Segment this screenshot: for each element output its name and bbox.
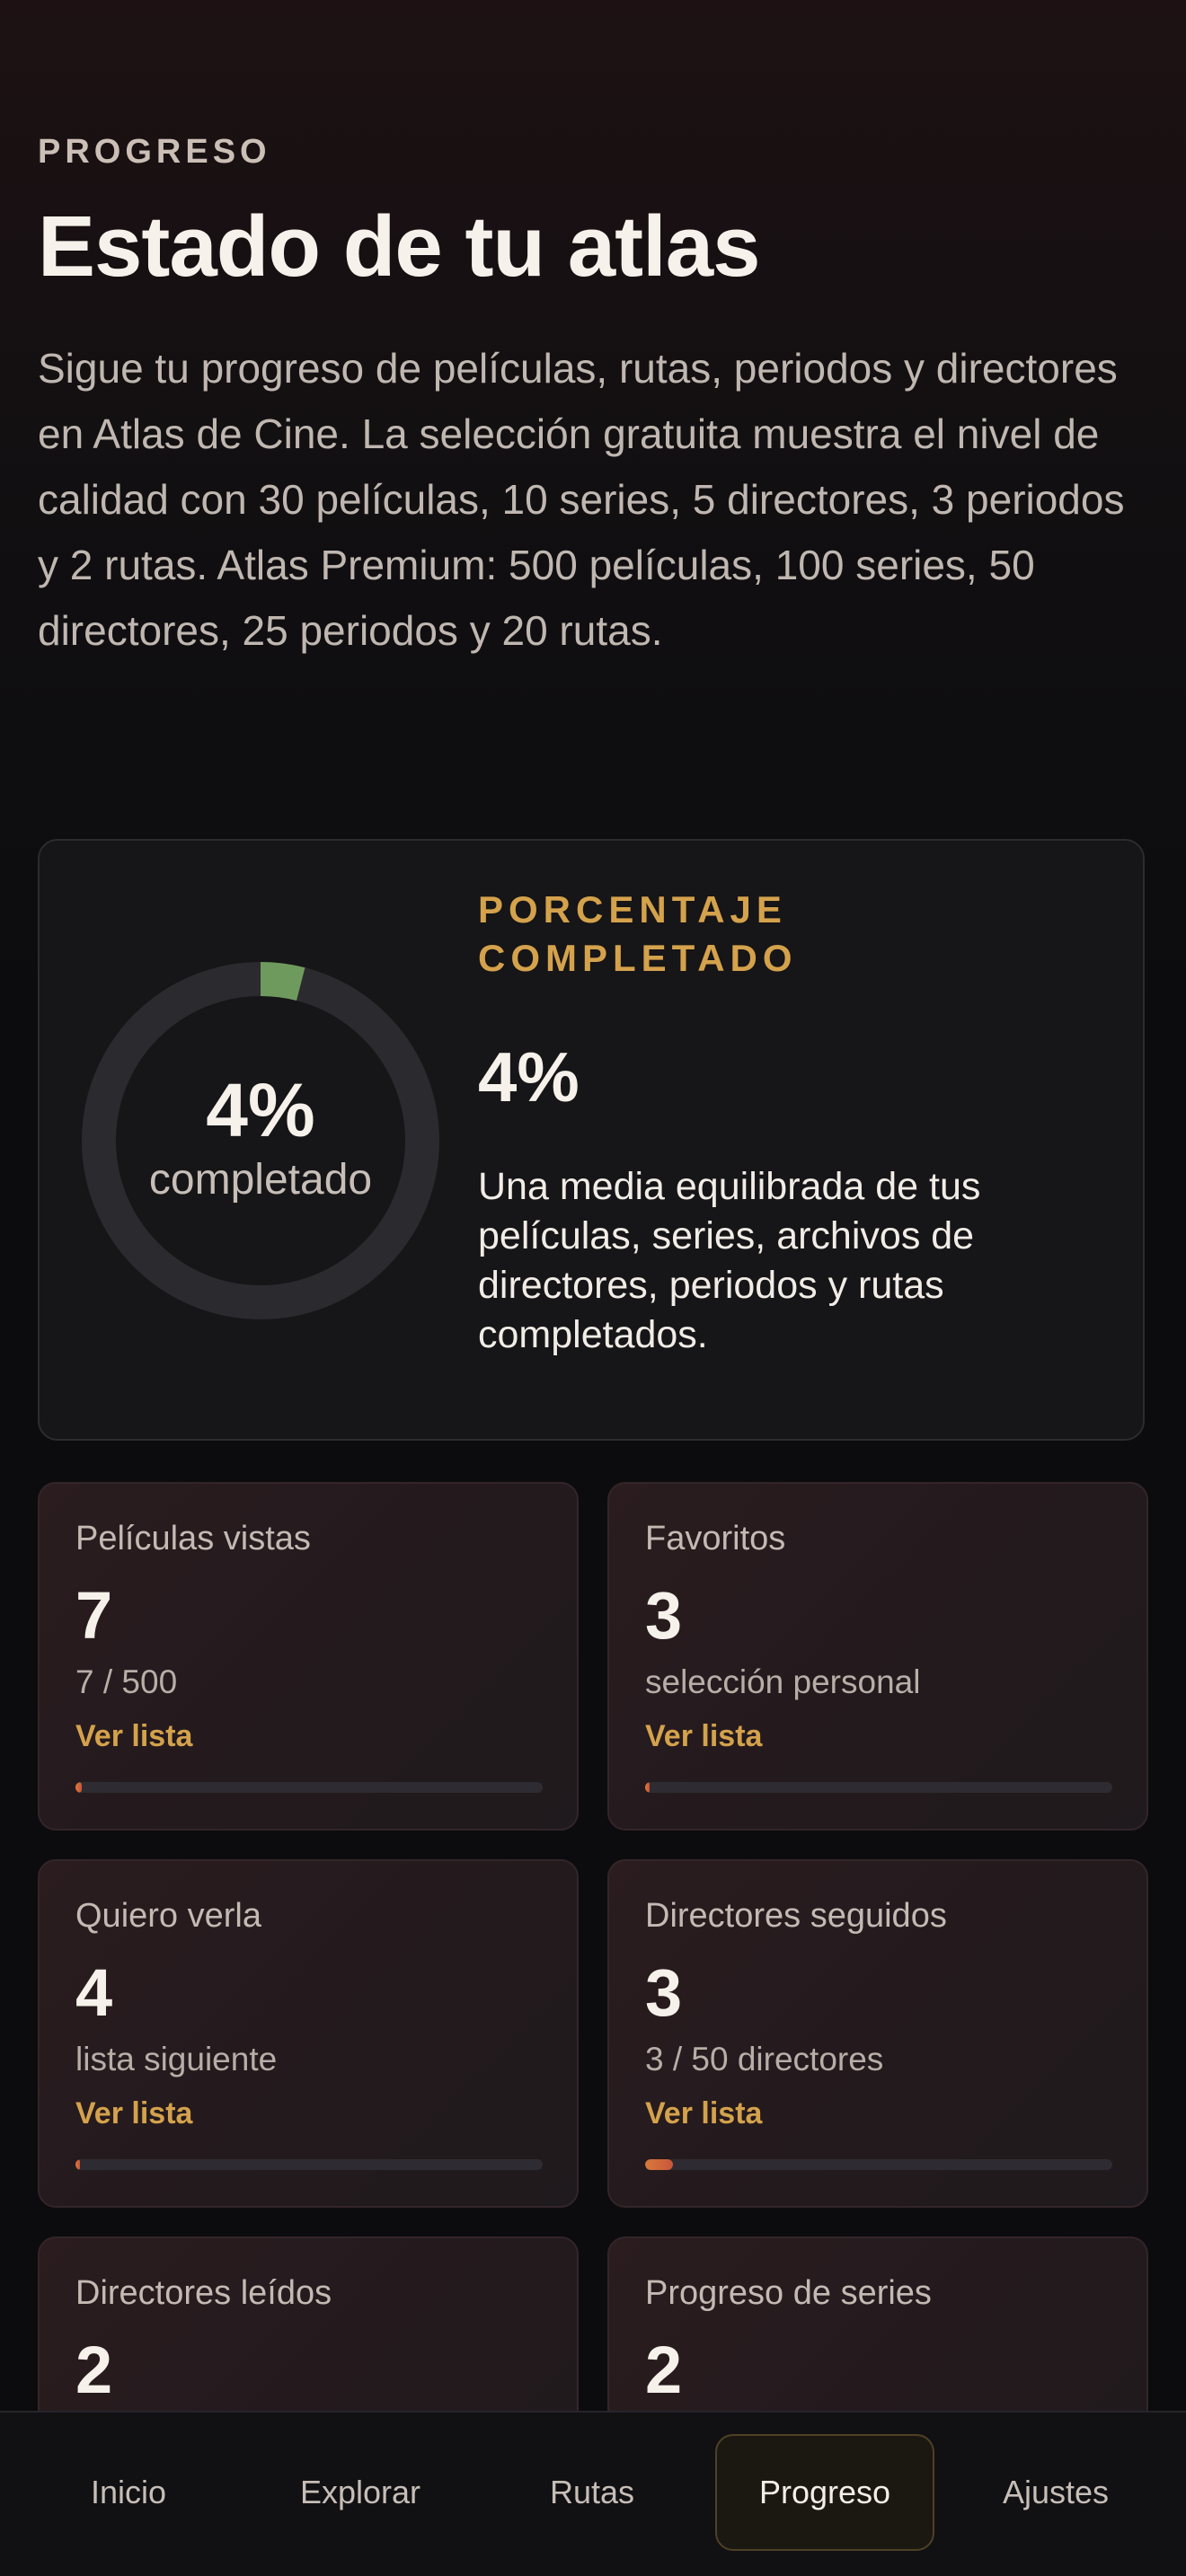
stat-subtitle: 3 / 50 directores <box>645 2041 884 2078</box>
stat-title: Películas vistas <box>75 1520 311 1557</box>
stat-value: 3 <box>645 1955 683 2030</box>
progress-bar <box>645 2159 1112 2170</box>
nav-item-rutas[interactable]: Rutas <box>501 2434 683 2551</box>
stat-subtitle: lista siguiente <box>75 2041 278 2078</box>
summary-value: 4% <box>478 1037 580 1116</box>
completion-ring: 4% completado <box>81 961 440 1320</box>
progress-bar <box>75 2159 543 2170</box>
ring-percent: 4% <box>206 1067 315 1152</box>
nav-item-ajustes[interactable]: Ajustes <box>965 2434 1146 2551</box>
progress-screen: PROGRESO Estado de tu atlas Sigue tu pro… <box>0 0 1186 2576</box>
stat-value: 4 <box>75 1955 113 2030</box>
progress-bar <box>645 1782 1112 1793</box>
intro-text: Sigue tu progreso de películas, rutas, p… <box>38 345 1125 654</box>
progress-bar-fill <box>645 2159 674 2170</box>
stat-title: Progreso de series <box>645 2274 932 2312</box>
stat-title: Quiero verla <box>75 1897 261 1935</box>
view-list-link[interactable]: Ver lista <box>75 2096 192 2131</box>
view-list-link[interactable]: Ver lista <box>75 1719 192 1754</box>
progress-bar-fill <box>645 1782 651 1793</box>
stat-title: Favoritos <box>645 1520 786 1557</box>
page-title: Estado de tu atlas <box>38 198 761 295</box>
view-list-link[interactable]: Ver lista <box>645 1719 762 1754</box>
view-list-link[interactable]: Ver lista <box>645 2096 762 2131</box>
summary-description: Una media equilibrada de tus películas, … <box>478 1165 981 1356</box>
stat-card-directores-seguidos[interactable]: Directores seguidos 3 3 / 50 directores … <box>607 1859 1148 2208</box>
nav-item-inicio[interactable]: Inicio <box>38 2434 219 2551</box>
completion-summary-card: 4% completado PORCENTAJE COMPLETADO 4% U… <box>38 839 1145 1441</box>
stat-value: 7 <box>75 1578 113 1653</box>
section-eyebrow: PROGRESO <box>38 133 271 171</box>
stat-card-peliculas-vistas[interactable]: Películas vistas 7 7 / 500 Ver lista <box>38 1482 579 1831</box>
nav-item-progreso[interactable]: Progreso <box>715 2434 934 2551</box>
stat-subtitle: 7 / 500 <box>75 1663 178 1700</box>
progress-bar-fill <box>75 1782 83 1793</box>
stat-value: 3 <box>645 1578 683 1653</box>
stat-title: Directores seguidos <box>645 1897 947 1935</box>
stat-card-favoritos[interactable]: Favoritos 3 selección personal Ver lista <box>607 1482 1148 1831</box>
stat-card-quiero-verla[interactable]: Quiero verla 4 lista siguiente Ver lista <box>38 1859 579 2208</box>
progress-bar-fill <box>75 2159 81 2170</box>
stat-value: 2 <box>75 2333 113 2407</box>
stat-title: Directores leídos <box>75 2274 332 2312</box>
summary-label: PORCENTAJE COMPLETADO <box>478 888 798 979</box>
bottom-navigation: Inicio Explorar Rutas Progreso Ajustes <box>0 2411 1186 2576</box>
progress-bar <box>75 1782 543 1793</box>
nav-item-explorar[interactable]: Explorar <box>270 2434 451 2551</box>
stat-value: 2 <box>645 2333 683 2407</box>
stat-subtitle: selección personal <box>645 1663 921 1700</box>
ring-caption: completado <box>148 1155 373 1204</box>
